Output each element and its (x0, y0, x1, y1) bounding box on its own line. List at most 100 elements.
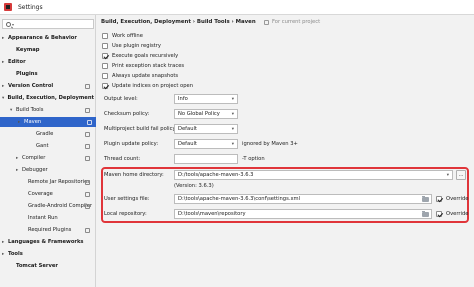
option-work-offline[interactable]: Work offline (102, 31, 143, 40)
checkbox[interactable] (102, 32, 108, 39)
plugin-update-value: Default (178, 141, 197, 147)
override-checkbox[interactable] (436, 195, 442, 202)
maven-home-input[interactable]: D:/tools/apache-maven-3.6.3 ▾ (174, 170, 453, 180)
sidebar-item-plugins[interactable]: Plugins (2, 69, 94, 79)
sidebar-item-appearance-behavior[interactable]: ▸ Appearance & Behavior (2, 33, 94, 43)
checkbox-label: Work offline (112, 32, 143, 39)
thread-count-label: Thread count: (104, 156, 141, 162)
project-scope-icon (85, 144, 90, 149)
sidebar-item-gant[interactable]: Gant (2, 141, 94, 151)
sidebar-item-compiler[interactable]: ▸ Compiler (2, 153, 94, 163)
sidebar-item-coverage[interactable]: Coverage (2, 189, 94, 199)
chevron-down-icon: ▾ (231, 142, 234, 147)
sidebar-item-label: Build, Execution, Deployment (7, 95, 94, 101)
sidebar-item-label: Languages & Frameworks (8, 239, 84, 245)
multiproject-fail-select[interactable]: Default ▾ (174, 124, 238, 134)
checkbox[interactable] (102, 62, 108, 69)
user-settings-override[interactable]: Override (436, 194, 468, 203)
checkbox-label: Always update snapshots (112, 72, 179, 79)
sidebar-item-required-plugins[interactable]: Required Plugins (2, 225, 94, 235)
maven-version-text: (Version: 3.6.3) (174, 183, 214, 189)
sidebar-item-debugger[interactable]: ▸ Debugger (2, 165, 94, 175)
sidebar-item-gradle[interactable]: Gradle (2, 129, 94, 139)
folder-icon[interactable] (422, 211, 429, 217)
project-scope-icon (85, 204, 90, 209)
plugin-update-select[interactable]: Default ▾ (174, 139, 238, 149)
sidebar-item-label: Instant Run (28, 215, 58, 221)
project-scope-icon (264, 19, 269, 25)
sidebar-item-version-control[interactable]: ▸ Version Control (2, 81, 94, 91)
multiproject-fail-value: Default (178, 126, 197, 132)
for-current-project: For current project (264, 19, 320, 25)
window-title: Settings (18, 3, 43, 11)
project-scope-icon (85, 84, 90, 89)
sidebar-item-label: Tools (8, 251, 23, 257)
app-icon (4, 3, 12, 11)
sidebar-item-maven[interactable]: ▸ Maven (0, 117, 96, 127)
sidebar-item-remote-jar-repositories[interactable]: Remote Jar Repositories (2, 177, 94, 187)
for-project-label: For current project (272, 19, 321, 25)
title-bar: Settings (0, 0, 474, 14)
output-level-value: Info (178, 96, 188, 102)
checkbox-label: Use plugin registry (112, 42, 161, 49)
sidebar-item-label: Gradle (36, 131, 54, 137)
chevron-down-icon: ▾ (231, 97, 234, 102)
sidebar-item-label: Required Plugins (28, 227, 72, 233)
chevron-down-icon: ▾ (231, 127, 234, 132)
option-always-update-snapshots[interactable]: Always update snapshots (102, 71, 178, 80)
browse-maven-home-button[interactable]: ... (456, 170, 466, 180)
sidebar-item-label: Version Control (8, 83, 54, 89)
sidebar-item-tools[interactable]: ▸ Tools (2, 249, 94, 259)
sidebar-item-gradle-android-compiler[interactable]: Gradle-Android Compiler (2, 201, 94, 211)
option-execute-goals-recursively[interactable]: Execute goals recursively (102, 51, 178, 60)
project-scope-icon (87, 120, 92, 125)
sidebar-item-label: Appearance & Behavior (8, 35, 77, 41)
sidebar-item-label: Editor (8, 59, 26, 65)
sidebar-item-instant-run[interactable]: Instant Run (2, 213, 94, 223)
sidebar-item-label: Debugger (22, 167, 48, 173)
local-repo-label: Local repository: (104, 211, 147, 217)
checkbox-label: Print exception stack traces (112, 62, 185, 69)
local-repo-override[interactable]: Override (436, 209, 468, 218)
multiproject-fail-label: Multiproject build fail policy: (104, 126, 177, 132)
sidebar-item-label: Plugins (16, 71, 38, 77)
thread-count-input[interactable] (174, 154, 238, 164)
search-icon (6, 21, 11, 27)
sidebar-item-keymap[interactable]: Keymap (2, 45, 94, 55)
sidebar-item-build-execution-deployment[interactable]: ▾ Build, Execution, Deployment (2, 93, 94, 103)
checksum-policy-select[interactable]: No Global Policy ▾ (174, 109, 238, 119)
override-checkbox[interactable] (436, 210, 442, 217)
plugin-update-label: Plugin update policy: (104, 141, 159, 147)
user-settings-input[interactable]: D:\tools\apache-maven-3.6.3\conf\setting… (174, 194, 432, 204)
sidebar-item-label: Compiler (22, 155, 46, 161)
project-scope-icon (85, 180, 90, 185)
sidebar-item-tomcat-server[interactable]: Tomcat Server (2, 261, 94, 271)
settings-search-input[interactable]: ▾ (2, 19, 94, 29)
project-scope-icon (85, 192, 90, 197)
project-scope-icon (85, 156, 90, 161)
checkbox[interactable] (102, 52, 108, 59)
option-print-exception-stack-traces[interactable]: Print exception stack traces (102, 61, 184, 70)
output-level-label: Output level: (104, 96, 138, 102)
output-level-select[interactable]: Info ▾ (174, 94, 238, 104)
sidebar-item-label: Maven (24, 119, 42, 125)
checksum-policy-label: Checksum policy: (104, 111, 150, 117)
override-label: Override (446, 210, 469, 217)
sidebar-item-label: Keymap (16, 47, 40, 53)
sidebar-item-build-tools[interactable]: ▾ Build Tools (2, 105, 94, 115)
checkbox[interactable] (102, 72, 108, 79)
folder-icon[interactable] (422, 196, 429, 202)
local-repo-input[interactable]: D:\tools\maven\repository (174, 209, 432, 219)
checkbox[interactable] (102, 82, 108, 89)
option-update-indices-on-project-open[interactable]: Update indices on project open (102, 81, 193, 90)
sidebar-item-languages-frameworks[interactable]: ▸ Languages & Frameworks (2, 237, 94, 247)
sidebar-item-editor[interactable]: ▸ Editor (2, 57, 94, 67)
search-dropdown-icon: ▾ (12, 21, 15, 27)
sidebar-item-label: Remote Jar Repositories (28, 179, 91, 185)
checkbox[interactable] (102, 42, 108, 49)
sidebar-item-label: Gant (36, 143, 49, 149)
option-use-plugin-registry[interactable]: Use plugin registry (102, 41, 161, 50)
sidebar-item-label: Gradle-Android Compiler (28, 203, 93, 209)
user-settings-label: User settings file: (104, 196, 150, 202)
sidebar-item-label: Coverage (28, 191, 53, 197)
